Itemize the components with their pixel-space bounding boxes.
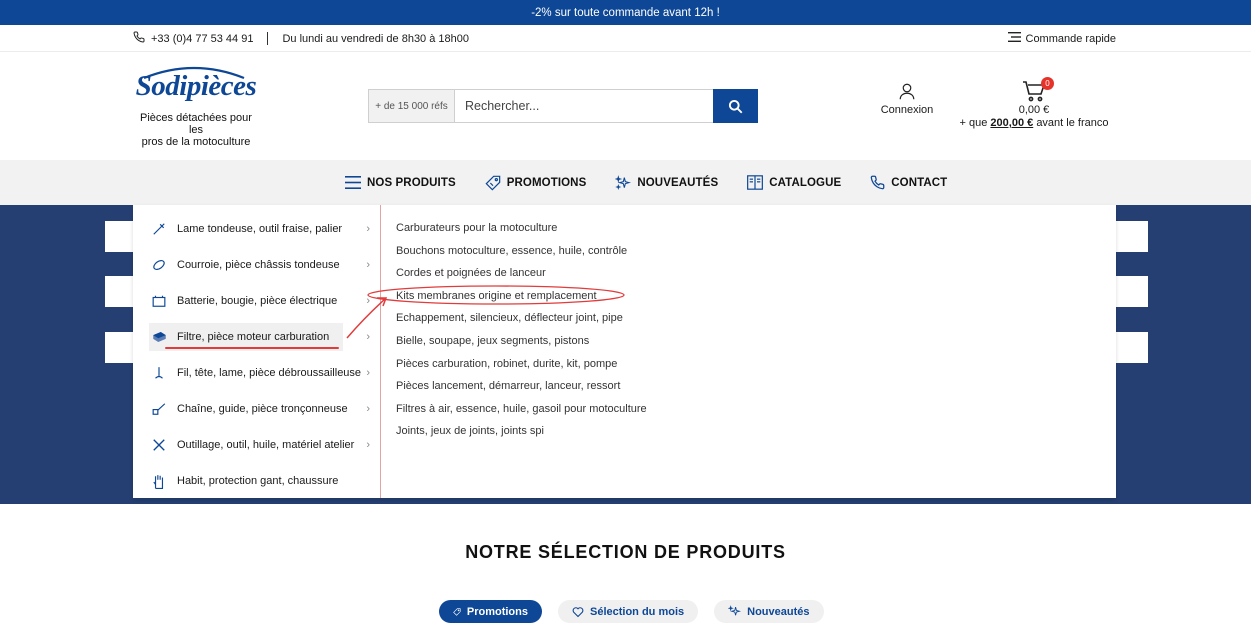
tab-month-selection[interactable]: Sélection du mois xyxy=(558,600,699,623)
info-bar: +33 (0)4 77 53 44 91 Du lundi au vendred… xyxy=(0,25,1251,52)
belt-icon xyxy=(149,258,169,272)
quick-order-label: Commande rapide xyxy=(1025,32,1117,45)
subcategory-link[interactable]: Filtres à air, essence, huile, gasoil po… xyxy=(396,398,647,421)
chevron-right-icon: › xyxy=(366,331,370,343)
tab-promotions[interactable]: Promotions xyxy=(439,600,542,623)
search-button[interactable] xyxy=(713,89,758,123)
user-icon xyxy=(899,83,915,100)
search-icon xyxy=(728,99,743,113)
divider xyxy=(267,32,269,45)
logo-wordmark: Sodipièces xyxy=(134,66,258,106)
subcategory-link[interactable]: Cordes et poignées de lanceur xyxy=(396,262,647,285)
quick-order-link[interactable]: Commande rapide xyxy=(1007,25,1117,52)
trimmer-icon xyxy=(149,366,169,380)
chevron-right-icon: › xyxy=(366,403,370,415)
tab-new[interactable]: Nouveautés xyxy=(714,600,824,623)
tools-icon xyxy=(149,438,169,452)
promo-text: -2% sur toute commande avant 12h ! xyxy=(531,6,720,19)
search-refs-count: + de 15 000 réfs xyxy=(369,90,455,122)
contact-info: +33 (0)4 77 53 44 91 Du lundi au vendred… xyxy=(133,25,469,52)
product-selection: NOTRE SÉLECTION DE PRODUITS Promotions S… xyxy=(0,504,1251,634)
category-item-tools[interactable]: Outillage, outil, huile, matériel atelie… xyxy=(149,431,374,459)
battery-icon xyxy=(149,294,169,308)
catalog-icon xyxy=(747,175,764,190)
annotation-underline xyxy=(165,347,339,349)
free-shipping-note: + que 200,00 € avant le franco xyxy=(959,117,1109,129)
category-item-trimmer[interactable]: Fil, tête, lame, pièce débroussailleuse … xyxy=(149,359,374,387)
opening-hours: Du lundi au vendredi de 8h30 à 18h00 xyxy=(282,32,469,45)
cart-total: 0,00 € xyxy=(1018,104,1050,116)
nav-products[interactable]: NOS PRODUITS xyxy=(345,176,456,189)
category-item-belt[interactable]: Courroie, pièce châssis tondeuse › xyxy=(149,251,374,279)
list-icon xyxy=(1007,32,1021,45)
category-item-blade[interactable]: Lame tondeuse, outil fraise, palier › xyxy=(149,215,374,243)
logo-tagline: Pièces détachées pour les pros de la mot… xyxy=(140,112,252,148)
section-title: NOTRE SÉLECTION DE PRODUITS xyxy=(465,542,786,562)
category-item-chainsaw[interactable]: Chaîne, guide, pièce tronçonneuse › xyxy=(149,395,374,423)
chevron-right-icon: › xyxy=(366,295,370,307)
cart-count-badge: 0 xyxy=(1041,77,1054,90)
phone-icon xyxy=(870,175,885,190)
mega-menu: Lame tondeuse, outil fraise, palier › Co… xyxy=(133,205,1116,498)
nav-promotions[interactable]: PROMOTIONS xyxy=(485,175,587,191)
subcategory-link[interactable]: Kits membranes origine et remplacement xyxy=(396,285,647,308)
chevron-right-icon: › xyxy=(366,223,370,235)
tag-icon xyxy=(453,607,461,616)
glove-icon xyxy=(149,474,169,489)
account-link[interactable]: Connexion xyxy=(873,82,941,116)
search-bar: + de 15 000 réfs xyxy=(368,89,758,123)
chevron-right-icon: › xyxy=(366,439,370,451)
hamburger-icon xyxy=(345,176,361,189)
category-item-battery[interactable]: Batterie, bougie, pièce électrique › xyxy=(149,287,374,315)
heart-icon xyxy=(572,606,584,617)
selection-tabs: Promotions Sélection du mois Nouveautés xyxy=(439,600,824,623)
subcategory-link[interactable]: Pièces carburation, robinet, durite, kit… xyxy=(396,353,647,376)
phone-number[interactable]: +33 (0)4 77 53 44 91 xyxy=(151,33,253,45)
cart-icon: 0 xyxy=(1022,77,1054,102)
blade-icon xyxy=(149,222,169,236)
nav-new[interactable]: NOUVEAUTÉS xyxy=(615,174,718,191)
sparkle-icon xyxy=(615,174,632,190)
chevron-right-icon: › xyxy=(366,259,370,271)
subcategory-link[interactable]: Bouchons motoculture, essence, huile, co… xyxy=(396,240,647,263)
site-header: Sodipièces Pièces détachées pour les pro… xyxy=(0,52,1251,160)
subcategory-list: Carburateurs pour la motoculture Bouchon… xyxy=(396,217,647,443)
filter-icon xyxy=(149,330,169,344)
subcategory-link[interactable]: Echappement, silencieux, déflecteur join… xyxy=(396,307,647,330)
category-item-glove[interactable]: Habit, protection gant, chaussure xyxy=(149,467,374,495)
nav-contact[interactable]: CONTACT xyxy=(870,175,947,190)
nav-catalog[interactable]: CATALOGUE xyxy=(747,175,841,190)
chainsaw-icon xyxy=(149,402,169,416)
chevron-right-icon: › xyxy=(366,367,370,379)
cart-link[interactable]: 0 0,00 € + que 200,00 € avant le franco xyxy=(955,77,1113,130)
account-label: Connexion xyxy=(880,104,934,116)
promo-banner: -2% sur toute commande avant 12h ! xyxy=(0,0,1251,25)
tag-icon xyxy=(485,175,501,191)
subcategory-link[interactable]: Carburateurs pour la motoculture xyxy=(396,217,647,240)
category-list: Lame tondeuse, outil fraise, palier › Co… xyxy=(133,205,381,498)
phone-icon xyxy=(133,31,145,46)
subcategory-link[interactable]: Pièces lancement, démarreur, lanceur, re… xyxy=(396,375,647,398)
logo[interactable]: Sodipièces Pièces détachées pour les pro… xyxy=(134,66,258,148)
subcategory-link[interactable]: Joints, jeux de joints, joints spi xyxy=(396,420,647,443)
sparkle-icon xyxy=(728,605,742,616)
subcategory-link[interactable]: Bielle, soupape, jeux segments, pistons xyxy=(396,330,647,353)
logo-swoosh-icon xyxy=(143,66,245,80)
search-input[interactable] xyxy=(455,90,713,122)
main-nav: NOS PRODUITS PROMOTIONS NOUVEAUTÉS CATAL… xyxy=(0,160,1251,205)
